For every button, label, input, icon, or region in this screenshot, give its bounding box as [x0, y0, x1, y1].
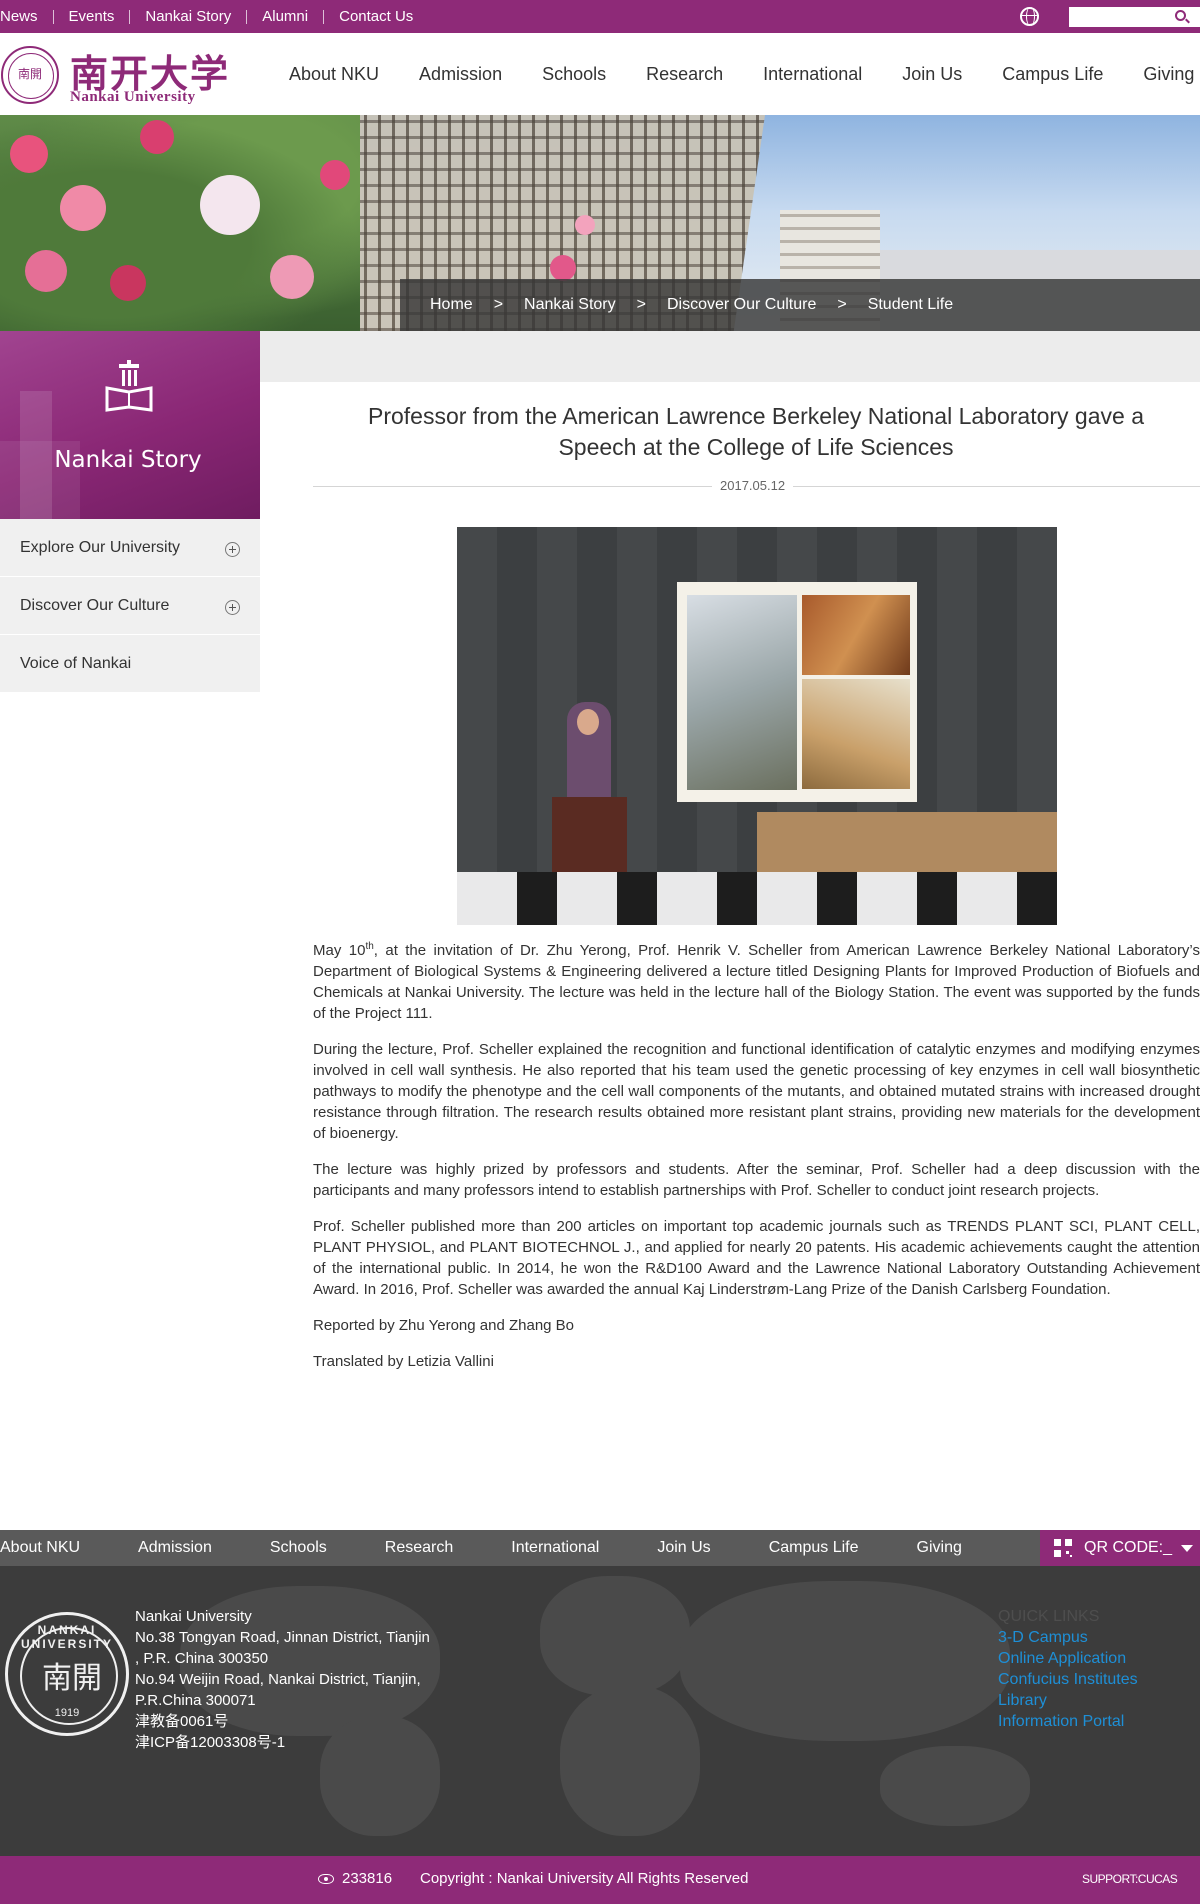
footer-link-admission[interactable]: Admission: [138, 1539, 212, 1557]
article-paragraph: The lecture was highly prized by profess…: [313, 1161, 1200, 1199]
footer-link-schools[interactable]: Schools: [270, 1539, 327, 1557]
quick-link-confucius-institutes[interactable]: Confucius Institutes: [998, 1669, 1138, 1690]
sidebar-item-explore-our-university[interactable]: Explore Our University: [0, 519, 260, 577]
nav-international[interactable]: International: [763, 64, 862, 85]
quick-link-library[interactable]: Library: [998, 1690, 1138, 1711]
quick-links: QUICK LINKS 3-D Campus Online Applicatio…: [998, 1606, 1138, 1732]
nav-giving[interactable]: Giving: [1143, 64, 1194, 85]
breadcrumb-separator: >: [493, 296, 504, 313]
footer-link-research[interactable]: Research: [385, 1539, 453, 1557]
article-translator-credit: Translated by Letizia Vallini: [313, 1353, 494, 1370]
university-seal-logo[interactable]: [1, 46, 59, 104]
top-link-events[interactable]: Events: [52, 9, 130, 24]
sidebar-menu: Explore Our University Discover Our Cult…: [0, 519, 260, 693]
copyright-text: Copyright : Nankai University All Rights…: [420, 1870, 749, 1887]
qr-code-icon: [1054, 1539, 1072, 1557]
top-link-news[interactable]: News: [0, 9, 53, 24]
content-top-strip: [260, 331, 1200, 382]
quick-link-3d-campus[interactable]: 3-D Campus: [998, 1627, 1138, 1648]
caret-down-icon: [1181, 1545, 1193, 1552]
breadcrumb-discover-our-culture[interactable]: Discover Our Culture: [667, 296, 816, 314]
breadcrumb-current-student-life: Student Life: [867, 296, 954, 313]
nav-research[interactable]: Research: [646, 64, 723, 85]
footer-link-join-us[interactable]: Join Us: [657, 1539, 710, 1557]
footer-nav: About NKU Admission Schools Research Int…: [0, 1530, 1020, 1566]
nav-schools[interactable]: Schools: [542, 64, 606, 85]
sidebar-item-label: Voice of Nankai: [20, 654, 132, 672]
support-credit[interactable]: SUPPORT:CUCAS: [1082, 1872, 1178, 1886]
quick-link-online-application[interactable]: Online Application: [998, 1648, 1138, 1669]
footer-link-about-nku[interactable]: About NKU: [0, 1539, 80, 1557]
quick-link-information-portal[interactable]: Information Portal: [998, 1711, 1138, 1732]
nav-join-us[interactable]: Join Us: [902, 64, 962, 85]
article-paragraph: Prof. Scheller published more than 200 a…: [313, 1218, 1200, 1298]
footer-link-giving[interactable]: Giving: [917, 1539, 962, 1557]
sidebar-item-voice-of-nankai[interactable]: Voice of Nankai: [0, 635, 260, 693]
nav-campus-life[interactable]: Campus Life: [1002, 64, 1103, 85]
breadcrumb-separator: >: [837, 296, 847, 313]
eye-icon: [318, 1874, 334, 1884]
nav-admission[interactable]: Admission: [419, 64, 502, 85]
breadcrumb: Home > Nankai Story > Discover Our Cultu…: [430, 279, 953, 331]
globe-icon[interactable]: [1020, 7, 1039, 26]
article-reporter-credit: Reported by Zhu Yerong and Zhang Bo: [313, 1317, 575, 1334]
article-paragraph: During the lecture, Prof. Scheller expla…: [313, 1041, 1200, 1142]
nav-about-nku[interactable]: About NKU: [289, 64, 379, 85]
top-link-contact-us[interactable]: Contact Us: [323, 9, 428, 24]
expand-plus-icon[interactable]: [225, 600, 240, 615]
breadcrumb-nankai-story[interactable]: Nankai Story: [524, 296, 616, 314]
university-seal-footer: NANKAI UNIVERSITY 南開 1919: [5, 1612, 129, 1736]
book-building-icon: [105, 360, 153, 412]
top-link-alumni[interactable]: Alumni: [246, 9, 323, 24]
quick-links-title: QUICK LINKS: [998, 1608, 1100, 1625]
search-icon[interactable]: [1175, 10, 1186, 21]
logo-english-text[interactable]: Nankai University: [70, 89, 196, 106]
top-link-nankai-story[interactable]: Nankai Story: [129, 9, 246, 24]
sidebar-item-label: Discover Our Culture: [20, 596, 170, 614]
breadcrumb-home[interactable]: Home: [430, 296, 473, 314]
qr-code-label: QR CODE:_: [1084, 1539, 1173, 1556]
main-nav: About NKU Admission Schools Research Int…: [289, 64, 1200, 85]
qr-code-button[interactable]: QR CODE:_: [1040, 1530, 1200, 1566]
breadcrumb-separator: >: [636, 296, 646, 313]
top-links: News Events Nankai Story Alumni Contact …: [0, 0, 428, 33]
footer-link-international[interactable]: International: [511, 1539, 599, 1557]
expand-plus-icon[interactable]: [225, 542, 240, 557]
site-header: 南开大学 Nankai University About NKU Admissi…: [0, 33, 1200, 115]
sidebar-item-label: Explore Our University: [20, 538, 181, 556]
sidebar-item-discover-our-culture[interactable]: Discover Our Culture: [0, 577, 260, 635]
footer-link-campus-life[interactable]: Campus Life: [769, 1539, 859, 1557]
footer-address: Nankai University No.38 Tongyan Road, Ji…: [135, 1608, 430, 1751]
sidebar-title: Nankai Story: [54, 447, 202, 473]
visit-counter: 233816: [342, 1870, 393, 1887]
article-paragraph: May 10th, at the invitation of Dr. Zhu Y…: [313, 941, 1200, 1023]
article-date: 2017.05.12: [712, 478, 794, 493]
article-body: May 10th, at the invitation of Dr. Zhu Y…: [313, 940, 1200, 1387]
lecture-photo: [457, 527, 1057, 925]
article-title: Professor from the American Lawrence Ber…: [367, 403, 1144, 460]
